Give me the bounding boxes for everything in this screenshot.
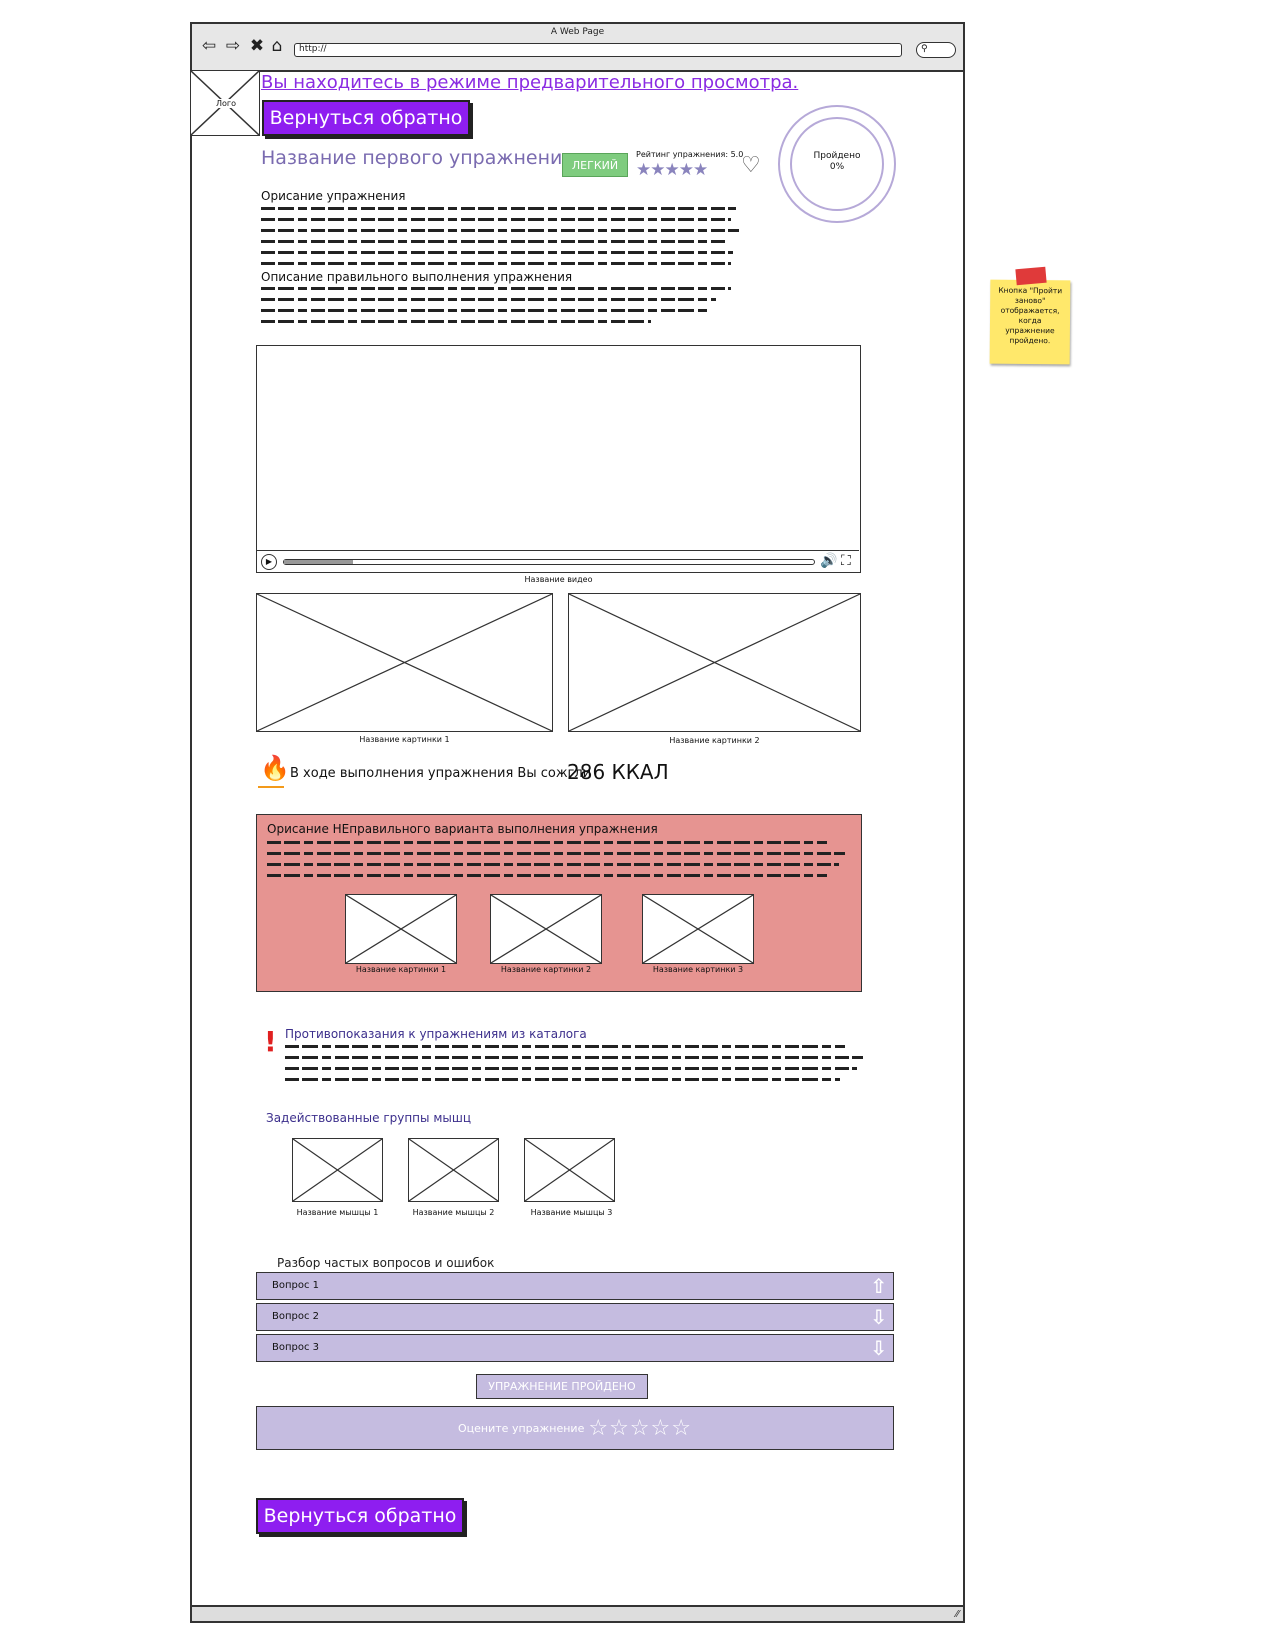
back-button-top[interactable]: Вернуться обратно: [262, 100, 470, 136]
faq-item-3[interactable]: Вопрос 3 ⇩: [256, 1334, 894, 1362]
image-1: [256, 593, 553, 732]
fire-icon: 🔥: [260, 754, 290, 782]
description-text: [261, 207, 739, 273]
wrong-execution-section: Орисание НЕправильного варианта выполнен…: [256, 814, 862, 992]
search-icon: ⚲: [921, 44, 928, 54]
wrong-image-2-caption: Название картинки 2: [500, 965, 592, 974]
rate-label: Оцените упражнение: [458, 1421, 585, 1435]
faq-item-2-label: Вопрос 2: [272, 1311, 320, 1322]
video-controls: ▶ 🔊 ⛶: [257, 550, 859, 572]
window-title: A Web Page: [550, 27, 605, 37]
volume-icon[interactable]: 🔊: [820, 553, 837, 569]
status-bar: ⁄⁄: [192, 1605, 963, 1621]
faq-item-1-label: Вопрос 1: [272, 1280, 320, 1291]
wrong-execution-text: [267, 841, 845, 885]
wrong-execution-title: Орисание НЕправильного варианта выполнен…: [267, 822, 658, 836]
faq-title: Разбор частых вопросов и ошибок: [277, 1256, 495, 1270]
progress-ring: Пройдено 0%: [778, 105, 896, 223]
arrow-up-icon[interactable]: ⇧: [870, 1274, 887, 1298]
warning-icon: !: [264, 1025, 277, 1058]
arrow-down-icon[interactable]: ⇩: [870, 1336, 887, 1360]
arrow-down-icon[interactable]: ⇩: [870, 1305, 887, 1329]
sticky-note-tape: [1015, 266, 1047, 286]
wrong-image-1-caption: Название картинки 1: [355, 965, 447, 974]
wrong-image-2: [490, 894, 602, 964]
muscle-1-caption: Название мышцы 1: [296, 1208, 379, 1217]
search-input[interactable]: ⚲: [916, 42, 956, 58]
muscle-image-3: [524, 1138, 615, 1202]
rate-stars[interactable]: ☆☆☆☆☆: [588, 1416, 692, 1441]
correct-execution-title: Описание правильного выполнения упражнен…: [261, 270, 573, 284]
muscle-image-1: [292, 1138, 383, 1202]
video-player[interactable]: ▶ 🔊 ⛶: [256, 345, 861, 573]
faq-item-1[interactable]: Вопрос 1 ⇧: [256, 1272, 894, 1300]
fire-underline: [258, 786, 284, 788]
difficulty-badge: ЛЕГКИЙ: [562, 153, 628, 177]
logo: Лого: [190, 70, 260, 136]
play-icon[interactable]: ▶: [261, 554, 277, 570]
preview-mode-link[interactable]: Вы находитесь в режиме предварительного …: [261, 72, 798, 93]
faq-item-2[interactable]: Вопрос 2 ⇩: [256, 1303, 894, 1331]
progress-label: Пройдено: [813, 151, 861, 161]
correct-execution-text: [261, 287, 731, 331]
video-progress-bar[interactable]: [283, 559, 815, 565]
back-icon[interactable]: ⇦: [200, 37, 218, 55]
logo-label: Лого: [215, 99, 238, 108]
contraindications-title: Противопоказания к упражнениям из катало…: [285, 1027, 587, 1041]
back-button-bottom[interactable]: Вернуться обратно: [256, 1498, 464, 1534]
image-2-caption: Название картинки 2: [669, 736, 760, 745]
url-input[interactable]: http://: [294, 43, 902, 57]
calories-text: В ходе выполнения упражнения Вы сожгли: [290, 766, 592, 781]
sticky-note: Кнопка "Пройти заново" отображается, ког…: [989, 279, 1071, 365]
contraindications-text: [285, 1045, 863, 1089]
image-1-caption: Название картинки 1: [359, 735, 450, 744]
resize-grip-icon[interactable]: ⁄⁄: [956, 1609, 959, 1620]
forward-icon[interactable]: ⇨: [224, 37, 242, 55]
home-icon[interactable]: ⌂: [268, 37, 286, 55]
exercise-done-button[interactable]: УПРАЖНЕНИЕ ПРОЙДЕНО: [476, 1374, 648, 1399]
muscle-image-2: [408, 1138, 499, 1202]
rating-label: Рейтинг упражнения: 5.0: [636, 150, 744, 159]
wrong-image-3: [642, 894, 754, 964]
browser-toolbar: A Web Page ⇦ ⇨ ✖ ⌂ http:// ⚲: [192, 24, 963, 72]
wrong-image-3-caption: Название картинки 3: [652, 965, 744, 974]
wrong-image-1: [345, 894, 457, 964]
exercise-title: Название первого упражнения: [261, 147, 574, 169]
rate-exercise-bar: Оцените упражнение ☆☆☆☆☆: [256, 1406, 894, 1450]
rating-stars: ★★★★★: [636, 160, 708, 180]
close-icon[interactable]: ✖: [248, 37, 266, 55]
favorite-heart-icon[interactable]: ♡: [741, 153, 761, 178]
muscle-3-caption: Название мышцы 3: [530, 1208, 613, 1217]
video-progress-fill: [284, 560, 353, 564]
calories-value: 286 ККАЛ: [567, 760, 669, 784]
video-caption: Название видео: [524, 575, 593, 584]
fullscreen-icon[interactable]: ⛶: [841, 553, 851, 569]
muscle-2-caption: Название мышцы 2: [412, 1208, 495, 1217]
image-2: [568, 593, 861, 732]
faq-item-3-label: Вопрос 3: [272, 1342, 320, 1353]
progress-value: 0%: [829, 162, 845, 172]
description-title: Орисание упражнения: [261, 189, 406, 203]
muscles-title: Задействованные группы мышц: [266, 1111, 471, 1125]
